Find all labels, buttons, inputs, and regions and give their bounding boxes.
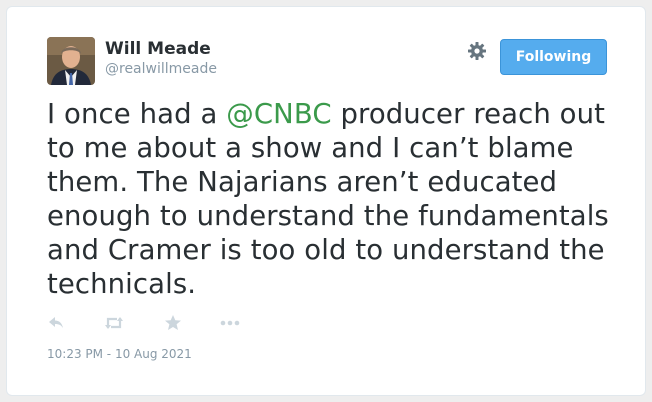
tweet-timestamp[interactable]: 10:23 PM - 10 Aug 2021 bbox=[47, 347, 192, 361]
tweet-text: I once had a @CNBC producer reach out to… bbox=[47, 97, 622, 301]
author-name[interactable]: Will Meade bbox=[105, 39, 211, 59]
more-icon[interactable] bbox=[219, 313, 241, 333]
mention-link[interactable]: @CNBC bbox=[226, 98, 331, 130]
avatar[interactable] bbox=[47, 37, 95, 85]
like-icon[interactable] bbox=[163, 313, 185, 333]
following-button[interactable]: Following bbox=[500, 39, 607, 75]
author-handle[interactable]: @realwillmeade bbox=[105, 61, 217, 77]
retweet-icon[interactable] bbox=[103, 313, 125, 333]
reply-icon[interactable] bbox=[47, 313, 69, 333]
avatar-icon bbox=[47, 37, 95, 85]
tweet-text-before: I once had a bbox=[47, 98, 227, 130]
gear-icon[interactable] bbox=[467, 41, 487, 61]
tweet-card: Will Meade @realwillmeade Following I on… bbox=[6, 6, 646, 396]
